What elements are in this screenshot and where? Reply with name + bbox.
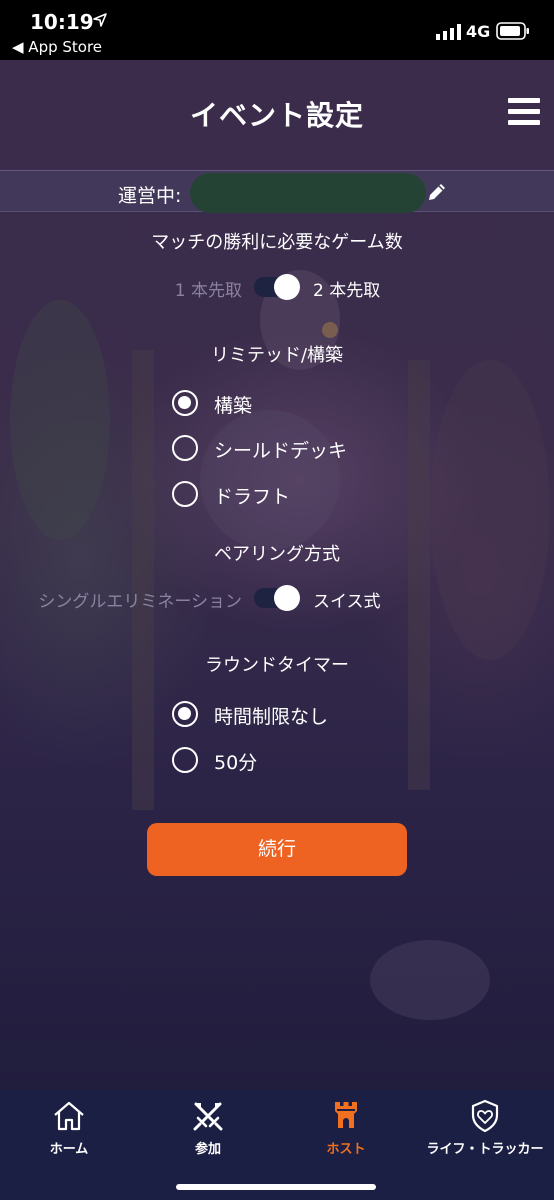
- format-label: リミテッド/構築: [210, 345, 344, 366]
- format-option-label: ドラフト: [214, 486, 291, 508]
- pairing-toggle-row: シングルエリミネーション スイス式: [0, 583, 554, 613]
- radio-button[interactable]: [172, 481, 198, 507]
- tab-life-tracker[interactable]: ライフ・トラッカー: [416, 1098, 554, 1164]
- round-timer-label: ラウンドタイマー: [205, 655, 349, 676]
- timer-option-label: 50分: [214, 752, 258, 774]
- timer-option-label: 時間制限なし: [214, 706, 329, 728]
- tab-label: ライフ・トラッカー: [426, 1142, 544, 1157]
- match-wins-toggle-row: 1 本先取 2 本先取: [0, 272, 554, 302]
- radio-button-checked[interactable]: [172, 390, 198, 416]
- tab-label: ホーム: [49, 1142, 89, 1157]
- radio-button-checked[interactable]: [172, 701, 198, 727]
- organizer-label: 運営中:: [118, 185, 182, 207]
- organizer-bar: 運営中:: [0, 170, 554, 213]
- radio-button[interactable]: [172, 747, 198, 773]
- tab-join[interactable]: 参加: [139, 1098, 277, 1164]
- network-type: 4G: [466, 22, 491, 41]
- cellular-signal-icon: [436, 24, 461, 40]
- pairing-option-right: スイス式: [313, 592, 381, 612]
- hamburger-menu-icon[interactable]: [508, 98, 540, 126]
- house-icon: [54, 1101, 84, 1131]
- match-wins-option-left: 1 本先取: [174, 281, 242, 301]
- radio-button[interactable]: [172, 435, 198, 461]
- page-title: イベント設定: [189, 99, 364, 132]
- toggle-knob: [274, 585, 300, 611]
- tab-host[interactable]: ホスト: [277, 1098, 415, 1164]
- format-option-label: 構築: [214, 395, 253, 417]
- tab-label: 参加: [194, 1142, 221, 1157]
- home-indicator[interactable]: [176, 1184, 376, 1190]
- location-arrow-icon: [93, 13, 107, 27]
- toggle-knob: [274, 274, 300, 300]
- back-to-app-store-link[interactable]: ◀ App Store: [12, 38, 102, 56]
- match-wins-toggle[interactable]: [254, 274, 300, 300]
- shield-heart-icon: [471, 1099, 499, 1133]
- continue-button[interactable]: 続行: [147, 823, 407, 876]
- match-wins-label: マッチの勝利に必要なゲーム数: [151, 232, 403, 253]
- status-time: 10:19: [30, 10, 94, 34]
- pencil-icon[interactable]: [426, 181, 448, 203]
- match-wins-option-right: 2 本先取: [313, 281, 381, 301]
- castle-tower-icon: [335, 1102, 357, 1128]
- pairing-toggle[interactable]: [254, 585, 300, 611]
- crossed-swords-icon: [193, 1102, 223, 1131]
- background-illustration: [10, 270, 550, 1020]
- pairing-label: ペアリング方式: [214, 544, 340, 565]
- tab-label: ホスト: [326, 1142, 366, 1157]
- format-option-label: シールドデッキ: [214, 440, 348, 462]
- pairing-option-left: シングルエリミネーション: [38, 592, 242, 612]
- status-bar: 10:19 ◀ App Store 4G: [0, 0, 554, 60]
- battery-icon: [496, 22, 529, 40]
- tab-home[interactable]: ホーム: [0, 1098, 138, 1164]
- redacted-organizer-name: [190, 173, 426, 213]
